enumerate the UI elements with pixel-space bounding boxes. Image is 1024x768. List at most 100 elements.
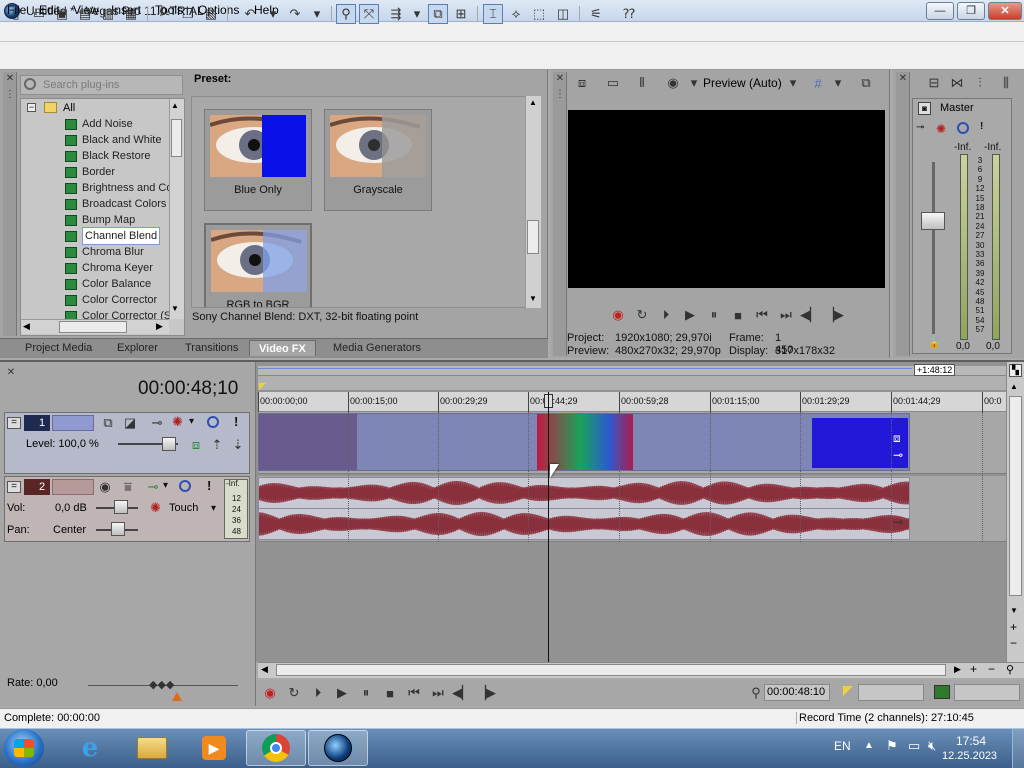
preset-scrollbar[interactable]: ▲ ▼ [525,96,541,308]
zoom-out-vertical-icon[interactable]: − [1010,636,1017,650]
audio-event-fx-icon[interactable]: ⊸ [893,515,903,529]
ignore-grouping-icon[interactable]: ⊞ [451,4,471,24]
go-to-end-icon[interactable]: ⏭ [428,683,448,703]
taskbar-internet-explorer[interactable]: e [60,730,120,766]
video-track-name-field[interactable] [52,415,94,431]
tab-media-generators[interactable]: Media Generators [324,340,430,356]
zoom-in-vertical-icon[interactable]: + [1010,620,1017,634]
play-icon[interactable]: ▶ [332,683,352,703]
panel-options-icon[interactable]: ⋮ [553,88,567,102]
previous-frame-icon[interactable]: ◀▏ [452,683,472,703]
tree-scroll-thumb[interactable] [171,119,182,157]
tree-item[interactable]: Broadcast Colors [21,196,184,212]
play-icon[interactable]: ▶ [680,305,700,325]
save-icon[interactable]: ▣ [52,4,72,24]
tree-item[interactable]: Chroma Keyer [21,260,184,276]
auto-crossfades-icon[interactable]: ⤧ [359,4,379,24]
action-center-icon[interactable]: ⚑ [886,738,898,754]
normal-edit-tool-icon[interactable]: ⌶ [483,4,503,24]
redo-icon[interactable]: ↷ [285,4,305,24]
audio-track-name-field[interactable] [52,479,94,495]
track-fx-icon[interactable]: ◪ [120,413,140,433]
tree-item[interactable]: Brightness and Co [21,180,184,196]
invert-phase-icon[interactable]: ⩸ [118,477,138,497]
zoom-out-horizontal-icon[interactable]: − [988,662,995,676]
external-monitor-icon[interactable]: ▭ [603,73,623,93]
new-icon[interactable]: ▯ [6,4,26,24]
track-fx-gear-icon[interactable]: ✺ [172,414,183,430]
loop-playback-icon[interactable]: ↻ [284,683,304,703]
master-fader-handle[interactable] [921,212,945,230]
clock-time[interactable]: 17:54 [956,734,986,748]
preview-quality-icon[interactable]: ◉ [663,73,683,93]
ripple-edit-icon[interactable]: ⇶ [386,4,406,24]
enable-snapping-icon[interactable]: ⚲ [336,4,356,24]
close-button[interactable]: ✕ [988,2,1022,20]
scroll-down-icon[interactable]: ▼ [1010,606,1018,615]
previous-frame-icon[interactable]: ◀▏ [800,305,820,325]
downmix-icon[interactable]: ⋈ [947,73,967,93]
pause-icon[interactable]: ⏸ [704,305,724,325]
timeline-horizontal-scrollbar[interactable]: ◀ ▶ + − ⚲ [258,662,1024,678]
scroll-right-icon[interactable]: ▶ [156,321,163,332]
paste-icon[interactable]: ▧ [201,4,221,24]
tree-item[interactable]: Color Balance [21,276,184,292]
pause-icon[interactable]: ⏸ [356,683,376,703]
tab-explorer[interactable]: Explorer [108,340,167,356]
clock-date[interactable]: 12.25.2023 [942,750,997,762]
overlays-dropdown-icon[interactable]: ▾ [828,73,848,93]
parent-motion-icon[interactable]: ⧈ [186,435,206,455]
automation-mode[interactable]: Touch [169,502,198,514]
tree-item[interactable]: Add Noise [21,116,184,132]
whats-this-help-icon[interactable]: ⁇ [619,4,639,24]
zoom-in-horizontal-icon[interactable]: + [970,662,977,676]
tree-hscroll-thumb[interactable] [59,321,127,333]
search-plugins-input[interactable]: Search plug-ins [20,75,183,95]
master-properties-icon[interactable]: ◙ [918,102,931,115]
marker-tool-icon[interactable]: ▚ [1009,364,1022,377]
cut-icon[interactable]: ✂ [155,4,175,24]
preset-scroll-thumb[interactable] [527,220,539,254]
tab-project-media[interactable]: Project Media [16,340,101,356]
go-to-start-icon[interactable]: ⏮ [752,305,772,325]
split-screen-icon[interactable]: ⫴ [632,73,652,93]
preview-screen[interactable] [568,110,885,288]
tree-item[interactable]: Bump Map [21,212,184,228]
level-slider-handle[interactable] [162,437,176,451]
redo-dropdown-icon[interactable]: ▾ [307,4,327,24]
tree-item[interactable]: Black and White [21,132,184,148]
event-pan-crop-icon[interactable]: ⧈ [893,431,901,446]
preset-grayscale[interactable]: Grayscale [324,109,432,211]
video-output-fx-icon[interactable]: ⧈ [572,73,592,93]
make-child-icon[interactable]: ⇣ [228,435,248,455]
taskbar-vegas-pro[interactable] [308,730,368,766]
language-indicator[interactable]: EN [834,739,851,753]
go-to-start-icon[interactable]: ⏮ [404,683,424,703]
selection-length-field[interactable] [954,684,1020,701]
fx-dropdown-icon[interactable]: ▾ [163,480,168,491]
lock-icon[interactable]: 🔒 [928,338,940,349]
pan-slider-handle[interactable] [111,522,125,536]
tree-vertical-scrollbar[interactable]: ▲ ▼ [169,99,184,319]
copy-snapshot-icon[interactable]: ⧉ [856,73,876,93]
tree-item[interactable]: Black Restore [21,148,184,164]
scroll-down-icon[interactable]: ▼ [171,304,179,313]
mute-icon[interactable] [207,416,219,428]
track-fx-dropdown-icon[interactable]: ▾ [189,416,194,427]
close-timeline-icon[interactable]: ✕ [4,366,18,380]
tab-transitions[interactable]: Transitions [176,340,247,356]
timeline-vscroll-thumb[interactable] [1009,396,1022,596]
lock-envelopes-icon[interactable]: ⧉ [428,4,448,24]
render-icon[interactable]: ▥ [98,4,118,24]
zoom-edit-tool-icon[interactable]: ◫ [553,4,573,24]
tree-item[interactable]: Color Corrector [21,292,184,308]
selection-start-field[interactable] [858,684,924,701]
stop-icon[interactable]: ■ [728,305,748,325]
taskbar-media-player[interactable]: ▶ [184,730,244,766]
next-frame-icon[interactable]: ▕▶ [824,305,844,325]
close-panel-icon[interactable]: ✕ [896,72,910,86]
quality-dropdown-icon[interactable]: ▾ [684,73,704,93]
timeline-hscroll-thumb[interactable] [276,664,946,676]
loop-playback-icon[interactable]: ↻ [632,305,652,325]
selection-edit-tool-icon[interactable]: ⬚ [529,4,549,24]
